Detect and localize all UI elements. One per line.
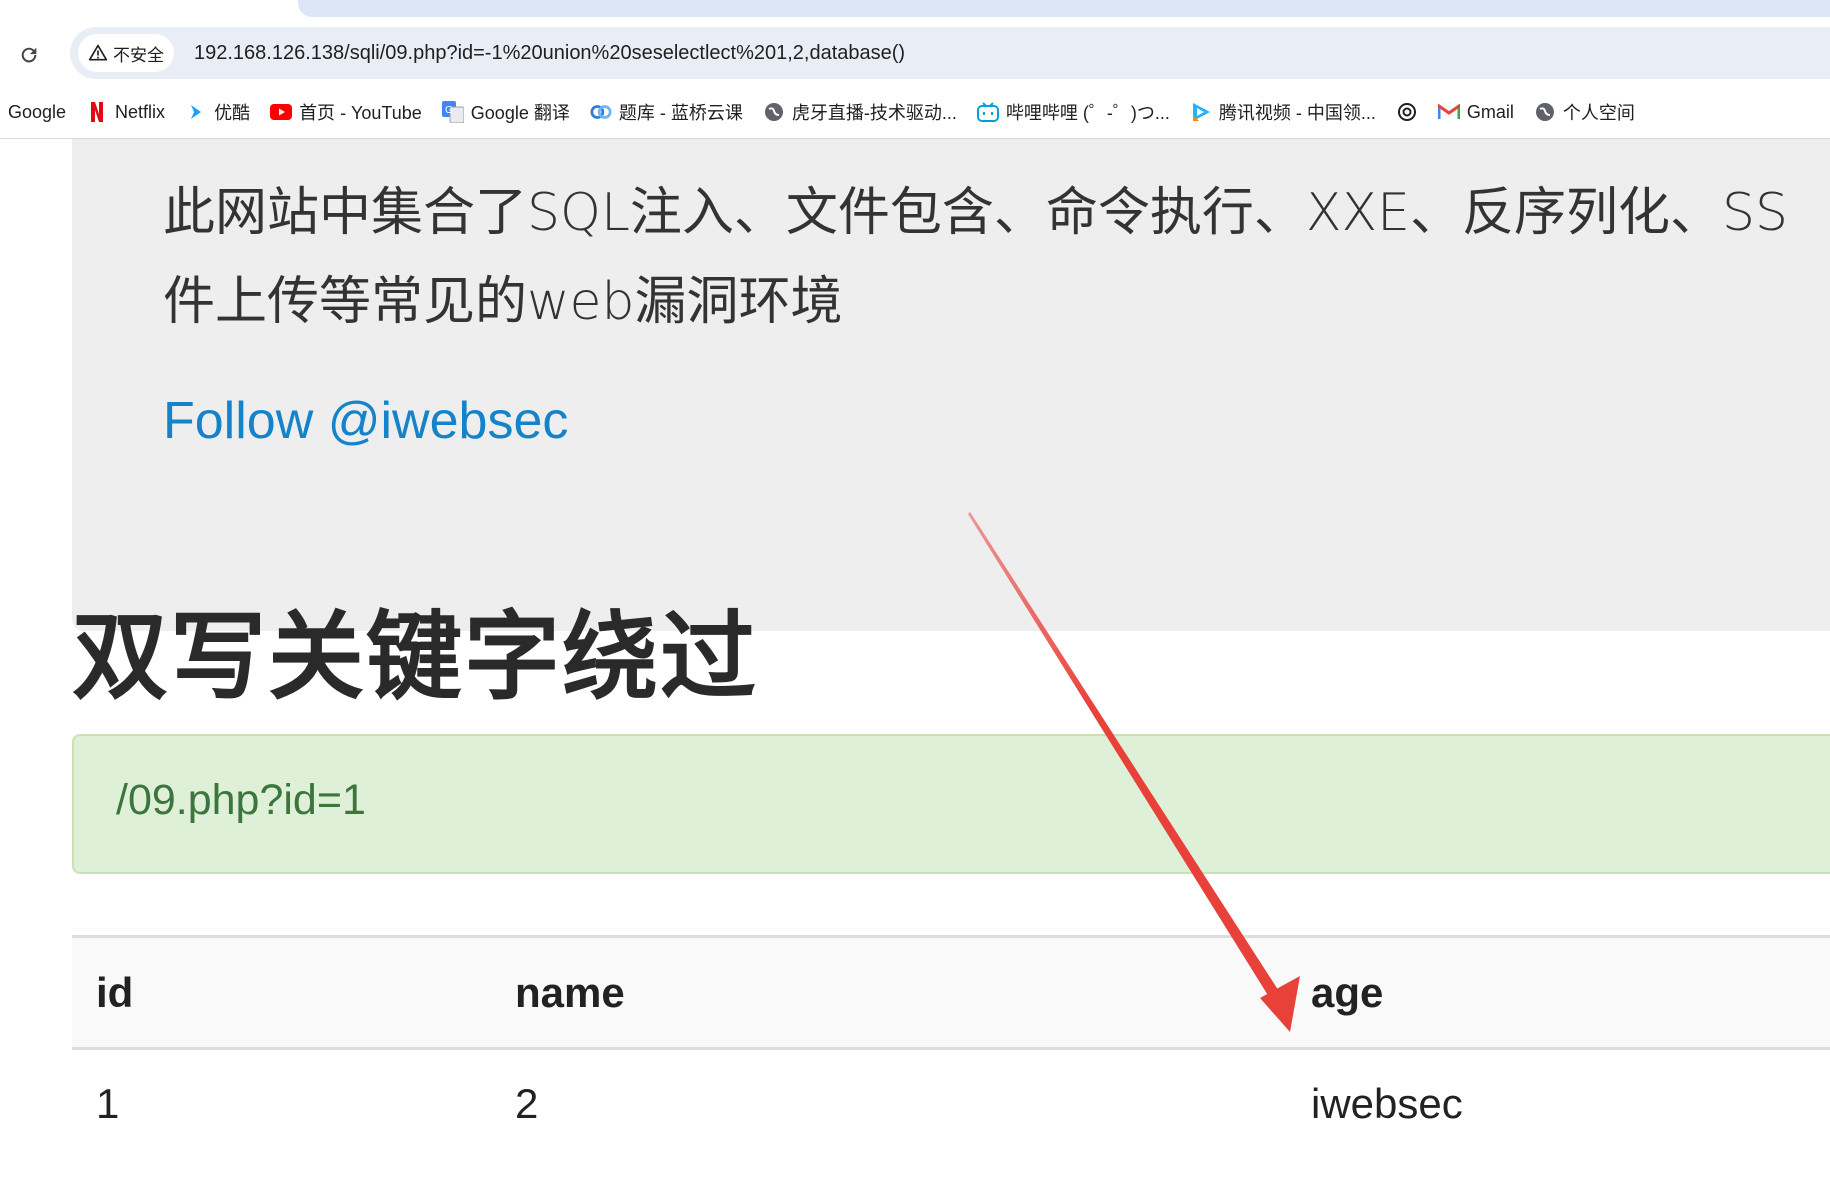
table-row: 1 2 iwebsec bbox=[72, 1049, 1830, 1159]
bookmark-label: 虎牙直播-技术驱动... bbox=[791, 103, 957, 123]
bookmark-huya[interactable]: 虎牙直播-技术驱动... bbox=[753, 94, 967, 130]
intro-line-1: 此网站中集合了SQL注入、文件包含、命令执行、XXE、反序列化、SS bbox=[163, 183, 1789, 243]
gmail-icon bbox=[1437, 101, 1460, 123]
security-indicator[interactable]: 不安全 bbox=[78, 34, 174, 72]
result-table: id name age 1 2 iwebsec bbox=[72, 935, 1830, 1159]
bookmark-label: 腾讯视频 - 中国领... bbox=[1218, 103, 1376, 123]
globe-icon bbox=[1534, 101, 1556, 123]
bookmark-openai[interactable] bbox=[1386, 94, 1428, 130]
active-tab-edge[interactable] bbox=[298, 0, 1830, 17]
youku-icon bbox=[185, 101, 207, 123]
bookmark-label: Google 翻译 bbox=[470, 103, 570, 123]
browser-toolbar: 不安全 192.168.126.138/sqli/09.php?id=-1%20… bbox=[0, 20, 1830, 86]
bookmark-youtube[interactable]: 首页 - YouTube bbox=[260, 94, 432, 130]
bilibili-icon bbox=[976, 101, 999, 123]
bookmark-label: 个人空间 bbox=[1562, 103, 1635, 123]
bookmark-tencent-video[interactable]: 腾讯视频 - 中国领... bbox=[1180, 94, 1386, 130]
reload-icon bbox=[21, 47, 37, 63]
lanqiao-icon bbox=[590, 101, 612, 123]
page-viewport: 此网站中集合了SQL注入、文件包含、命令执行、XXE、反序列化、SS 件上传等常… bbox=[0, 139, 1830, 1193]
tencent-video-icon bbox=[1190, 101, 1212, 123]
tab-strip bbox=[0, 0, 1830, 20]
reload-button[interactable] bbox=[12, 38, 46, 72]
cell-name: 2 bbox=[515, 1080, 539, 1128]
bookmark-label: Netflix bbox=[115, 101, 166, 122]
intro-text: 此网站中集合了SQL注入、文件包含、命令执行、XXE、反序列化、SS 件上传等常… bbox=[163, 169, 1830, 347]
follow-link[interactable]: Follow @iwebsec bbox=[163, 391, 568, 451]
bookmark-label: 首页 - YouTube bbox=[299, 103, 422, 123]
cell-age: iwebsec bbox=[1311, 1080, 1463, 1128]
cell-id: 1 bbox=[96, 1080, 120, 1128]
column-header-age: age bbox=[1311, 968, 1384, 1016]
query-path: /09.php?id=1 bbox=[116, 776, 366, 824]
bookmark-bilibili[interactable]: 哔哩哔哩 (゜-゜)つ... bbox=[967, 94, 1180, 130]
bookmark-google-translate[interactable]: G Google 翻译 bbox=[432, 94, 580, 130]
bookmark-netflix[interactable]: Netflix bbox=[76, 94, 175, 130]
netflix-icon bbox=[86, 101, 108, 123]
security-label: 不安全 bbox=[113, 45, 164, 66]
url-text[interactable]: 192.168.126.138/sqli/09.php?id=-1%20unio… bbox=[194, 42, 905, 65]
query-alert: /09.php?id=1 bbox=[72, 734, 1830, 874]
google-translate-icon: G bbox=[441, 101, 464, 123]
youtube-icon bbox=[270, 101, 293, 123]
bookmark-label: 哔哩哔哩 (゜-゜)つ... bbox=[1005, 103, 1170, 123]
table-header-row: id name age bbox=[72, 936, 1830, 1049]
intro-line-2: 件上传等常见的web漏洞环境 bbox=[163, 272, 843, 332]
bookmark-label: 题库 - 蓝桥云课 bbox=[618, 103, 743, 123]
page-title: 双写关键字绕过 bbox=[72, 601, 758, 713]
bookmark-lanqiao[interactable]: 题库 - 蓝桥云课 bbox=[580, 94, 753, 130]
column-header-id: id bbox=[96, 968, 134, 1016]
bookmark-label: 优酷 bbox=[214, 103, 251, 123]
bookmark-personal-space[interactable]: 个人空间 bbox=[1524, 94, 1645, 130]
address-bar[interactable]: 不安全 192.168.126.138/sqli/09.php?id=-1%20… bbox=[70, 27, 1830, 79]
bookmark-label: Google bbox=[8, 101, 67, 122]
bookmark-google[interactable]: Google bbox=[0, 94, 76, 130]
globe-icon bbox=[763, 101, 785, 123]
bookmark-youku[interactable]: 优酷 bbox=[175, 94, 260, 130]
svg-text:G: G bbox=[445, 105, 453, 116]
column-header-name: name bbox=[515, 968, 625, 1016]
warning-icon bbox=[88, 44, 108, 61]
bookmark-label: Gmail bbox=[1466, 101, 1514, 122]
bookmarks-bar: Google Netflix 优酷 首页 - YouTube G Google … bbox=[0, 86, 1830, 139]
bookmark-gmail[interactable]: Gmail bbox=[1428, 94, 1524, 130]
openai-icon bbox=[1396, 101, 1418, 123]
